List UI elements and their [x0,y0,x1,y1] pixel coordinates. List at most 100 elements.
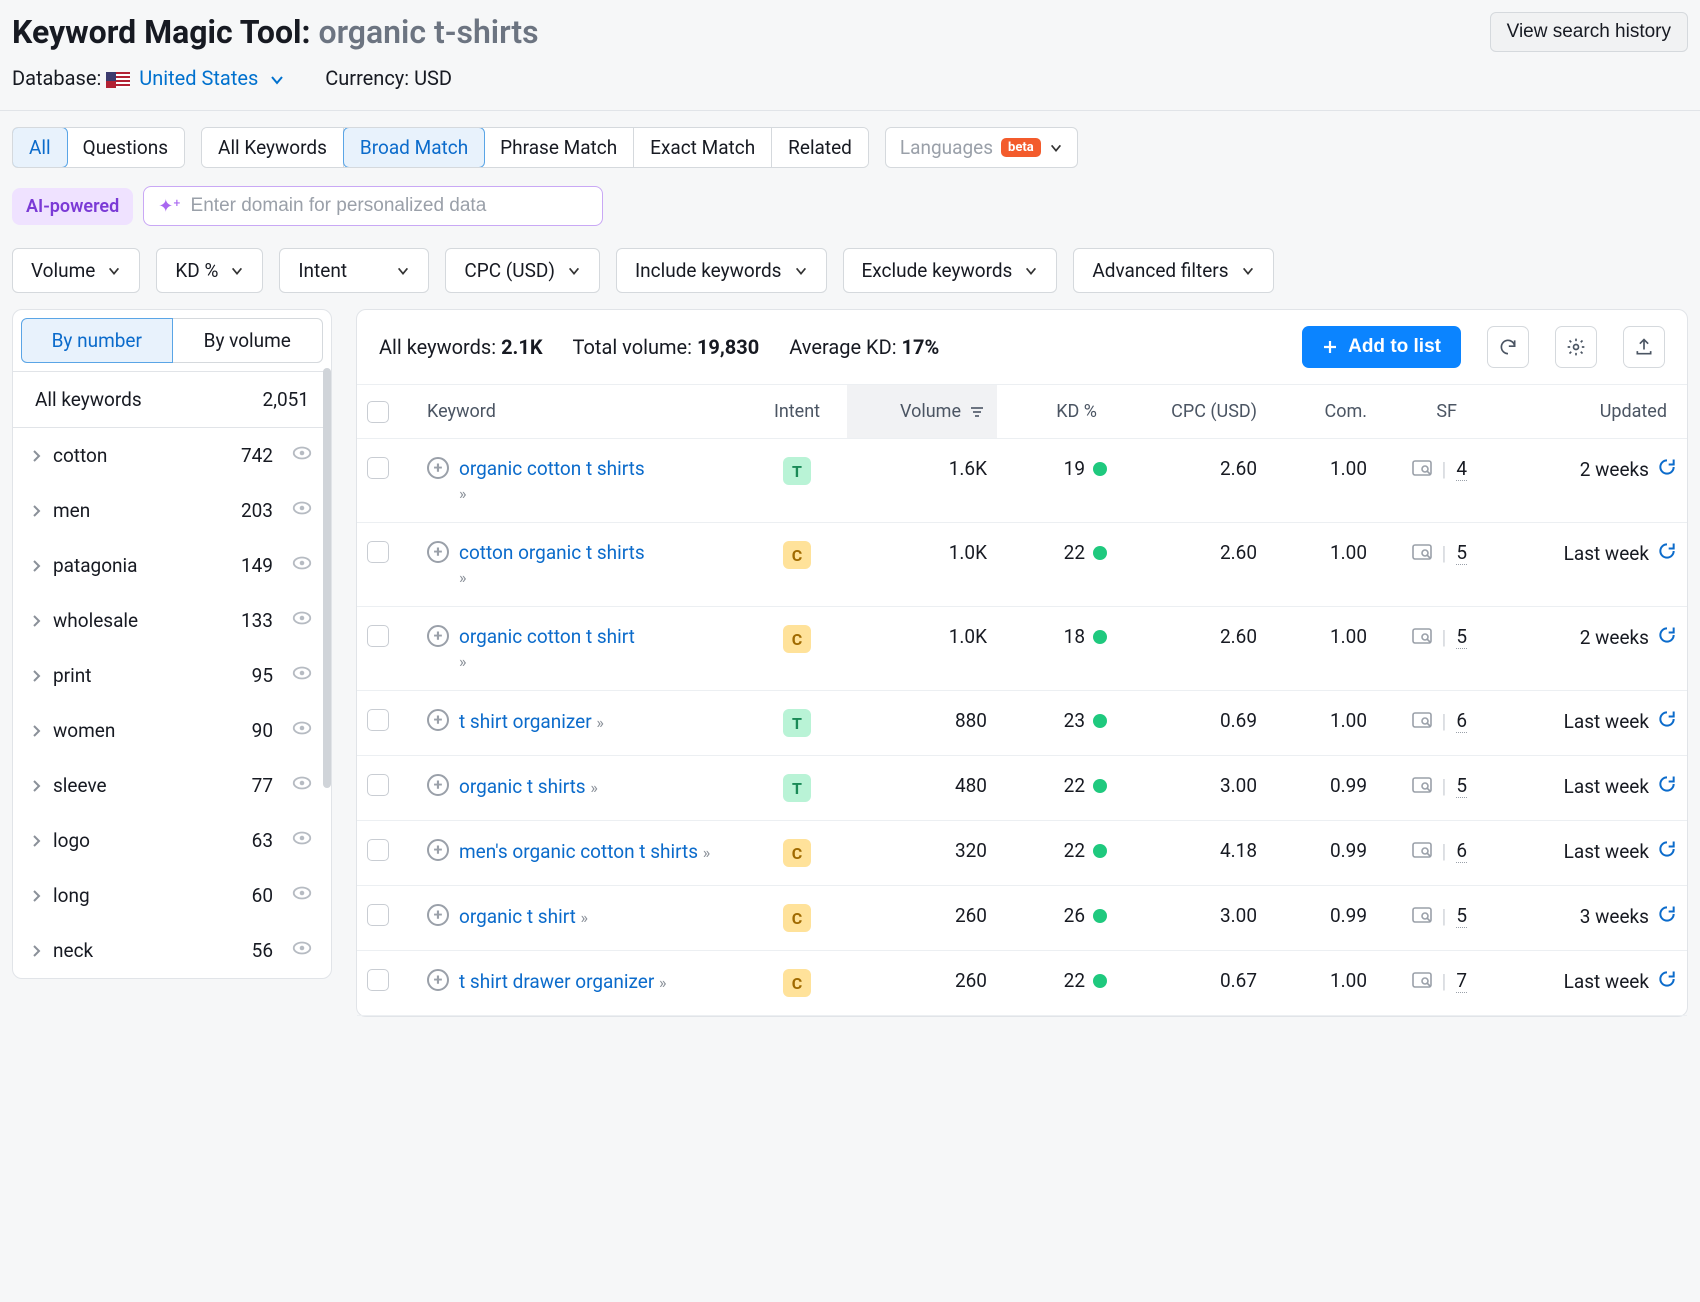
row-checkbox[interactable] [367,839,389,861]
sidebar-item[interactable]: wholesale 133 [13,593,331,648]
add-keyword-icon[interactable]: + [427,541,449,563]
add-keyword-icon[interactable]: + [427,774,449,796]
row-checkbox[interactable] [367,709,389,731]
sidebar-all-keywords[interactable]: All keywords 2,051 [13,372,331,428]
sidebar-tab-by-number[interactable]: By number [21,318,173,363]
sidebar-item[interactable]: sleeve 77 [13,758,331,813]
keyword-link[interactable]: organic cotton t shirt [459,625,635,648]
expand-icon[interactable]: » [659,973,667,992]
serp-icon[interactable] [1412,970,1432,993]
refresh-row-icon[interactable] [1657,969,1677,994]
tab-all-keywords[interactable]: All Keywords [202,128,344,167]
add-keyword-icon[interactable]: + [427,904,449,926]
sidebar-item[interactable]: logo 63 [13,813,331,868]
expand-icon[interactable]: » [459,484,467,503]
col-com[interactable]: Com. [1267,401,1377,422]
refresh-button[interactable] [1487,326,1529,368]
row-checkbox[interactable] [367,904,389,926]
col-intent[interactable]: Intent [747,401,847,422]
row-checkbox[interactable] [367,774,389,796]
col-kd[interactable]: KD % [997,401,1107,422]
expand-icon[interactable]: » [590,778,598,797]
domain-input[interactable] [191,195,589,217]
col-keyword[interactable]: Keyword [427,401,747,422]
col-cpc[interactable]: CPC (USD) [1107,401,1267,422]
add-keyword-icon[interactable]: + [427,625,449,647]
tab-phrase-match[interactable]: Phrase Match [484,128,634,167]
col-volume[interactable]: Volume [847,385,997,438]
add-to-list-button[interactable]: Add to list [1302,326,1461,368]
refresh-row-icon[interactable] [1657,625,1677,650]
keyword-link[interactable]: organic t shirts [459,775,586,798]
add-keyword-icon[interactable]: + [427,969,449,991]
serp-icon[interactable] [1412,458,1432,481]
col-sf[interactable]: SF [1377,401,1467,422]
eye-icon[interactable] [291,442,313,469]
select-all-checkbox[interactable] [367,401,389,423]
serp-icon[interactable] [1412,840,1432,863]
refresh-row-icon[interactable] [1657,774,1677,799]
expand-icon[interactable]: » [459,568,467,587]
filter-exclude[interactable]: Exclude keywords [843,248,1058,293]
tab-all[interactable]: All [12,127,68,168]
refresh-row-icon[interactable] [1657,457,1677,482]
eye-icon[interactable] [291,607,313,634]
expand-icon[interactable]: » [581,908,589,927]
scrollbar[interactable] [323,368,331,788]
database-selector[interactable]: Database: United States [12,66,285,90]
eye-icon[interactable] [291,662,313,689]
row-checkbox[interactable] [367,969,389,991]
expand-icon[interactable]: » [596,713,604,732]
tab-related[interactable]: Related [772,128,868,167]
keyword-link[interactable]: men's organic cotton t shirts [459,840,698,863]
serp-icon[interactable] [1412,626,1432,649]
eye-icon[interactable] [291,827,313,854]
sidebar-item[interactable]: neck 56 [13,923,331,978]
keyword-link[interactable]: organic cotton t shirts [459,457,645,480]
sidebar-item[interactable]: patagonia 149 [13,538,331,593]
col-updated[interactable]: Updated [1467,401,1677,422]
filter-volume[interactable]: Volume [12,248,140,293]
settings-button[interactable] [1555,326,1597,368]
row-checkbox[interactable] [367,457,389,479]
keyword-link[interactable]: t shirt organizer [459,710,592,733]
tab-broad-match[interactable]: Broad Match [343,127,485,168]
eye-icon[interactable] [291,497,313,524]
refresh-row-icon[interactable] [1657,541,1677,566]
filter-include[interactable]: Include keywords [616,248,827,293]
eye-icon[interactable] [291,772,313,799]
serp-icon[interactable] [1412,905,1432,928]
expand-icon[interactable]: » [459,652,467,671]
add-keyword-icon[interactable]: + [427,839,449,861]
row-checkbox[interactable] [367,625,389,647]
add-keyword-icon[interactable]: + [427,457,449,479]
serp-icon[interactable] [1412,775,1432,798]
sidebar-tab-by-volume[interactable]: By volume [173,318,324,363]
export-button[interactable] [1623,326,1665,368]
keyword-link[interactable]: t shirt drawer organizer [459,970,654,993]
eye-icon[interactable] [291,937,313,964]
filter-kd[interactable]: KD % [156,248,263,293]
sidebar-item[interactable]: men 203 [13,483,331,538]
refresh-row-icon[interactable] [1657,839,1677,864]
keyword-link[interactable]: organic t shirt [459,905,576,928]
add-keyword-icon[interactable]: + [427,709,449,731]
sidebar-item[interactable]: long 60 [13,868,331,923]
filter-cpc[interactable]: CPC (USD) [445,248,600,293]
serp-icon[interactable] [1412,710,1432,733]
row-checkbox[interactable] [367,541,389,563]
view-search-history-button[interactable]: View search history [1490,12,1688,52]
filter-intent[interactable]: Intent [279,248,429,293]
eye-icon[interactable] [291,882,313,909]
sidebar-item[interactable]: cotton 742 [13,428,331,483]
serp-icon[interactable] [1412,542,1432,565]
tab-exact-match[interactable]: Exact Match [634,128,772,167]
sidebar-item[interactable]: print 95 [13,648,331,703]
eye-icon[interactable] [291,717,313,744]
filter-advanced[interactable]: Advanced filters [1073,248,1273,293]
languages-dropdown[interactable]: Languages beta [885,127,1078,168]
tab-questions[interactable]: Questions [67,128,184,167]
eye-icon[interactable] [291,552,313,579]
expand-icon[interactable]: » [703,843,711,862]
domain-input-wrapper[interactable]: ✦⁺ [143,186,603,226]
